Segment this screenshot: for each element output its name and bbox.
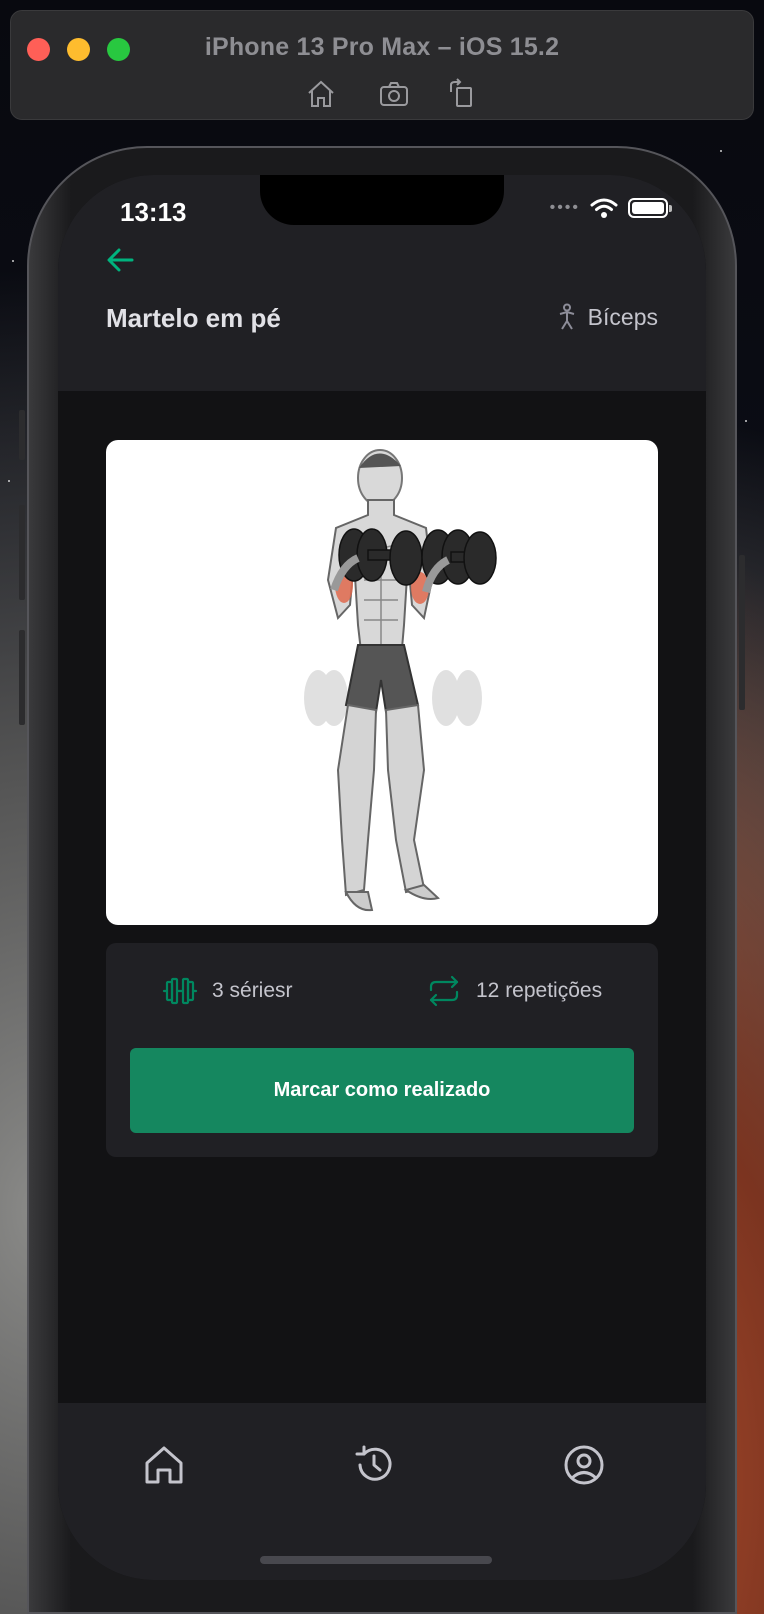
phone-screen: Martelo em pé Bíceps 13:13 •••• 3 séries… [58, 175, 706, 1580]
battery-icon [628, 198, 672, 218]
volume-down-button [19, 630, 25, 725]
simulator-toolbar: iPhone 13 Pro Max – iOS 15.2 [10, 10, 754, 120]
home-icon [145, 1446, 183, 1484]
home-indicator [260, 1556, 492, 1564]
mute-switch [19, 410, 25, 460]
volume-up-button [19, 505, 25, 600]
wifi-icon [590, 198, 618, 218]
profile-icon [564, 1445, 604, 1485]
exercise-info-card: 3 sériesr 12 repetições Marcar como real… [106, 943, 658, 1157]
signal-dots-icon: •••• [549, 199, 580, 216]
notch [260, 175, 504, 225]
repeat-icon [429, 975, 459, 1007]
simulator-title: iPhone 13 Pro Max – iOS 15.2 [204, 33, 560, 61]
back-button[interactable] [104, 243, 138, 277]
tab-bar [58, 1403, 706, 1580]
power-button [739, 555, 745, 710]
history-icon [355, 1445, 392, 1481]
body-icon [559, 303, 574, 330]
exercise-image [106, 440, 658, 925]
dumbbell-icon [162, 977, 198, 1005]
muscle-group-tag: Bíceps [554, 303, 658, 331]
status-time: 13:13 [120, 197, 187, 227]
tab-home[interactable] [142, 1443, 186, 1487]
tab-history[interactable] [352, 1443, 396, 1487]
arrow-left-icon [107, 248, 134, 272]
tab-profile[interactable] [562, 1443, 606, 1487]
repetitions-stat: 12 repetições [426, 973, 602, 1009]
screenshot-icon[interactable] [376, 77, 412, 111]
rotate-icon[interactable] [443, 77, 479, 111]
status-icons: •••• [549, 197, 672, 219]
mark-as-done-button[interactable]: Marcar como realizado [130, 1048, 634, 1133]
series-stat: 3 sériesr [162, 973, 293, 1009]
repetitions-label: 12 repetições [476, 979, 603, 1002]
muscle-group-label: Bíceps [587, 303, 658, 330]
home-icon[interactable] [303, 77, 339, 111]
exercise-title: Martelo em pé [106, 303, 281, 333]
series-label: 3 sériesr [212, 979, 293, 1002]
